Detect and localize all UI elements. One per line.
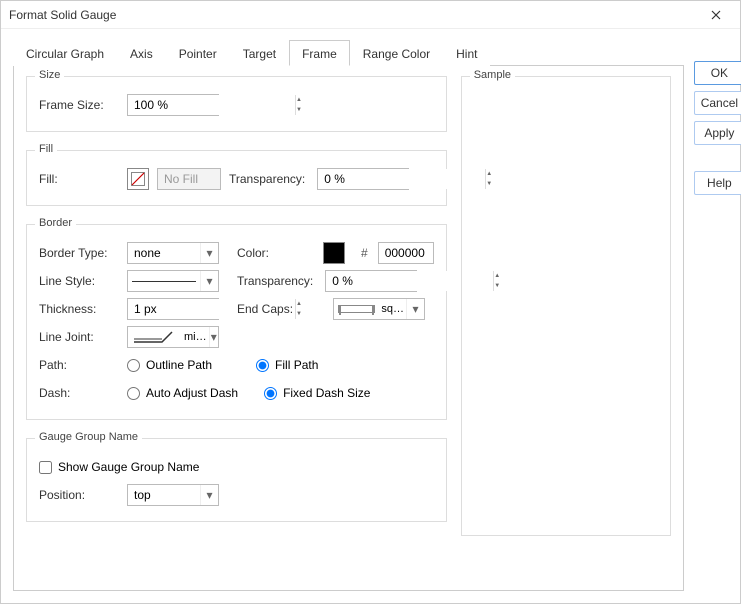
position-label: Position: (39, 488, 119, 502)
line-style-label: Line Style: (39, 274, 119, 288)
path-outline-label: Outline Path (146, 358, 212, 372)
spin-down-icon[interactable]: ▼ (296, 309, 302, 319)
dash-fixed-label: Fixed Dash Size (283, 386, 370, 400)
border-type-label: Border Type: (39, 246, 119, 260)
frame-size-input[interactable] (128, 95, 295, 115)
frame-size-spinner[interactable]: ▲▼ (127, 94, 219, 116)
path-fill-label: Fill Path (275, 358, 318, 372)
show-group-name-checkbox[interactable]: Show Gauge Group Name (39, 460, 199, 474)
border-transparency-spinner[interactable]: ▲▼ (325, 270, 417, 292)
line-joint-label: Line Joint: (39, 330, 119, 344)
group-border: Border Border Type: none ▾ Color: # (26, 224, 447, 420)
fill-swatch-button[interactable] (127, 168, 149, 190)
dash-auto-radio[interactable]: Auto Adjust Dash (127, 386, 238, 400)
fill-label: Fill: (39, 172, 119, 186)
tab-frame[interactable]: Frame (289, 40, 350, 66)
group-label-gauge-name: Gauge Group Name (35, 431, 142, 443)
fill-transparency-label: Transparency: (229, 172, 305, 186)
tab-axis[interactable]: Axis (117, 40, 166, 66)
sample-column: Sample (461, 76, 671, 578)
group-label-sample: Sample (470, 69, 515, 81)
tab-hint[interactable]: Hint (443, 40, 490, 66)
tab-range-color[interactable]: Range Color (350, 40, 443, 66)
spin-up-icon[interactable]: ▲ (296, 95, 302, 105)
main-column: Size Frame Size: ▲▼ Fill (26, 76, 447, 578)
dash-label: Dash: (39, 386, 119, 400)
tab-target[interactable]: Target (230, 40, 289, 66)
tab-content: Size Frame Size: ▲▼ Fill (13, 66, 684, 591)
chevron-down-icon[interactable]: ▾ (200, 243, 218, 263)
line-joint-combo[interactable]: mi… ▾ (127, 326, 219, 348)
chevron-down-icon[interactable]: ▾ (200, 271, 218, 291)
position-combo[interactable]: top ▾ (127, 484, 219, 506)
group-sample: Sample (461, 76, 671, 536)
titlebar: Format Solid Gauge (1, 1, 740, 29)
chevron-down-icon[interactable]: ▾ (406, 299, 424, 319)
spin-down-icon[interactable]: ▼ (296, 105, 302, 115)
path-outline-radio[interactable]: Outline Path (127, 358, 212, 372)
ok-button[interactable]: OK (694, 61, 741, 85)
path-fill-radio[interactable]: Fill Path (256, 358, 318, 372)
left-column: Circular Graph Axis Pointer Target Frame… (13, 39, 684, 591)
dash-auto-label: Auto Adjust Dash (146, 386, 238, 400)
close-icon[interactable] (700, 5, 732, 25)
position-value: top (128, 488, 200, 502)
color-label: Color: (237, 246, 269, 260)
apply-button[interactable]: Apply (694, 121, 741, 145)
group-gauge-name: Gauge Group Name Show Gauge Group Name P… (26, 438, 447, 522)
group-label-size: Size (35, 69, 64, 81)
group-fill: Fill Fill: No Fill Transparency: (26, 150, 447, 206)
color-hex-input[interactable] (378, 242, 434, 264)
thickness-label: Thickness: (39, 302, 119, 316)
frame-size-label: Frame Size: (39, 98, 119, 112)
group-label-border: Border (35, 217, 76, 229)
window-title: Format Solid Gauge (9, 8, 700, 22)
button-column: OK Cancel Apply Help (694, 39, 741, 591)
end-caps-preview (338, 305, 375, 313)
border-type-combo[interactable]: none ▾ (127, 242, 219, 264)
line-style-combo[interactable]: ▾ (127, 270, 219, 292)
tab-circular-graph[interactable]: Circular Graph (13, 40, 117, 66)
chevron-down-icon[interactable]: ▾ (200, 485, 218, 505)
group-size: Size Frame Size: ▲▼ (26, 76, 447, 132)
line-joint-value: mi… (182, 331, 209, 343)
fill-type-value: No Fill (158, 172, 220, 186)
dialog-window: Format Solid Gauge Circular Graph Axis P… (0, 0, 741, 604)
end-caps-combo[interactable]: sq… ▾ (333, 298, 425, 320)
help-button[interactable]: Help (694, 171, 741, 195)
group-label-fill: Fill (35, 143, 57, 155)
end-caps-label: End Caps: (237, 302, 293, 316)
dash-fixed-radio[interactable]: Fixed Dash Size (264, 386, 370, 400)
dialog-body: Circular Graph Axis Pointer Target Frame… (1, 29, 740, 603)
hash-label: # (361, 246, 368, 260)
line-style-preview (132, 281, 196, 282)
spin-up-icon[interactable]: ▲ (296, 299, 302, 309)
color-swatch-button[interactable] (323, 242, 345, 264)
tab-bar: Circular Graph Axis Pointer Target Frame… (13, 39, 684, 66)
thickness-spinner[interactable]: ▲▼ (127, 298, 219, 320)
show-group-name-label: Show Gauge Group Name (58, 460, 199, 474)
fill-type-combo[interactable]: No Fill (157, 168, 221, 190)
line-joint-preview (132, 330, 178, 344)
border-type-value: none (128, 246, 200, 260)
border-transparency-label: Transparency: (237, 274, 313, 288)
tab-pointer[interactable]: Pointer (166, 40, 230, 66)
path-label: Path: (39, 358, 119, 372)
cancel-button[interactable]: Cancel (694, 91, 741, 115)
fill-transparency-spinner[interactable]: ▲▼ (317, 168, 409, 190)
end-caps-value: sq… (379, 303, 406, 315)
chevron-down-icon[interactable]: ▾ (209, 327, 218, 347)
